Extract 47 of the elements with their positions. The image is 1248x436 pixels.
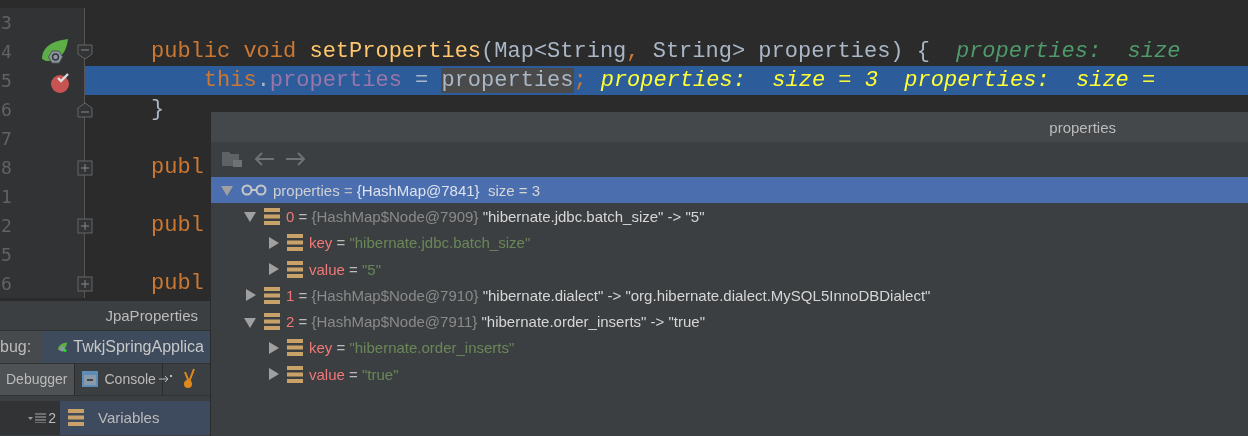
debug-label: bug: — [0, 330, 42, 363]
code-line: public void setProperties(Map<String, String> properties) { — [151, 39, 930, 64]
code-line: } — [151, 97, 165, 122]
watch-glasses-icon — [241, 184, 267, 197]
tree-row[interactable]: properties = {HashMap@7841} size = 3 — [211, 177, 1248, 204]
field-stack-icon — [287, 260, 303, 278]
inline-value-hint: properties: size = 3 properties: size = — [600, 68, 1156, 93]
tree-row[interactable]: key = "hibernate.order_inserts" — [211, 334, 1248, 362]
field-stack-icon — [264, 207, 280, 225]
inline-value-hint: properties: size — [955, 39, 1181, 64]
field-stack-icon — [287, 365, 303, 383]
field-stack-icon — [264, 313, 280, 331]
variable-text: properties = {HashMap@7841} size = 3 — [273, 181, 541, 199]
field-stack-icon — [68, 409, 84, 427]
code-line: publ — [151, 271, 204, 296]
variable-text: 0 = {HashMap$Node@7909} "hibernate.jdbc.batch_size" -> "5" — [286, 207, 705, 225]
variable-text: key = "hibernate.order_inserts" — [309, 339, 515, 357]
tree-row[interactable]: 2 = {HashMap$Node@7911} "hibernate.order_inserts" -> "true" — [211, 308, 1248, 335]
tree-row[interactable]: 1 = {HashMap$Node@7910} "hibernate.dialect" -> "org.hibernate.dialect.MySQL5InnoDBDialect" — [211, 282, 1248, 309]
variables-header: Variables — [60, 400, 210, 435]
forward-arrow-icon[interactable] — [285, 151, 307, 167]
field-stack-icon — [287, 339, 303, 357]
variable-text: value = "true" — [309, 365, 399, 383]
debug-tool-icon[interactable] — [182, 368, 195, 391]
variable-text: key = "hibernate.jdbc.batch_size" — [309, 234, 531, 252]
popup-title: properties — [211, 112, 1248, 142]
fold-marker-icon[interactable] — [77, 102, 93, 118]
variable-text: 2 = {HashMap$Node@7911} "hibernate.order_inserts" -> "true" — [286, 313, 706, 331]
list-caret-icon — [28, 412, 47, 423]
code-line: publ — [151, 155, 204, 180]
tree-row[interactable]: key = "hibernate.jdbc.batch_size" — [211, 229, 1248, 256]
variable-text: value = "5" — [309, 260, 381, 278]
debug-tab[interactable]: Debugger — [0, 363, 75, 395]
tree-row[interactable]: value = "true" — [211, 361, 1248, 388]
field-stack-icon — [287, 234, 303, 252]
tree-row[interactable]: value = "5" — [211, 255, 1248, 283]
code-line: publ — [151, 213, 204, 238]
field-stack-icon — [264, 286, 280, 304]
tree-row[interactable]: 0 = {HashMap$Node@7909} "hibernate.jdbc.batch_size" -> "5" — [211, 203, 1248, 230]
folder-icon[interactable] — [221, 150, 243, 168]
back-arrow-icon[interactable] — [253, 151, 275, 167]
fold-marker-icon[interactable] — [77, 44, 93, 60]
run-config-tab[interactable]: TwkjSpringApplica — [41, 330, 210, 363]
variable-text: 1 = {HashMap$Node@7910} "hibernate.dialect" -> "org.hibernate.dialect.MySQL5InnoDBDialect" — [286, 286, 931, 304]
frames-dropdown[interactable]: 2 — [0, 400, 60, 435]
console-window-icon — [80, 370, 99, 389]
code-line: this.properties = properties; — [202, 68, 587, 93]
